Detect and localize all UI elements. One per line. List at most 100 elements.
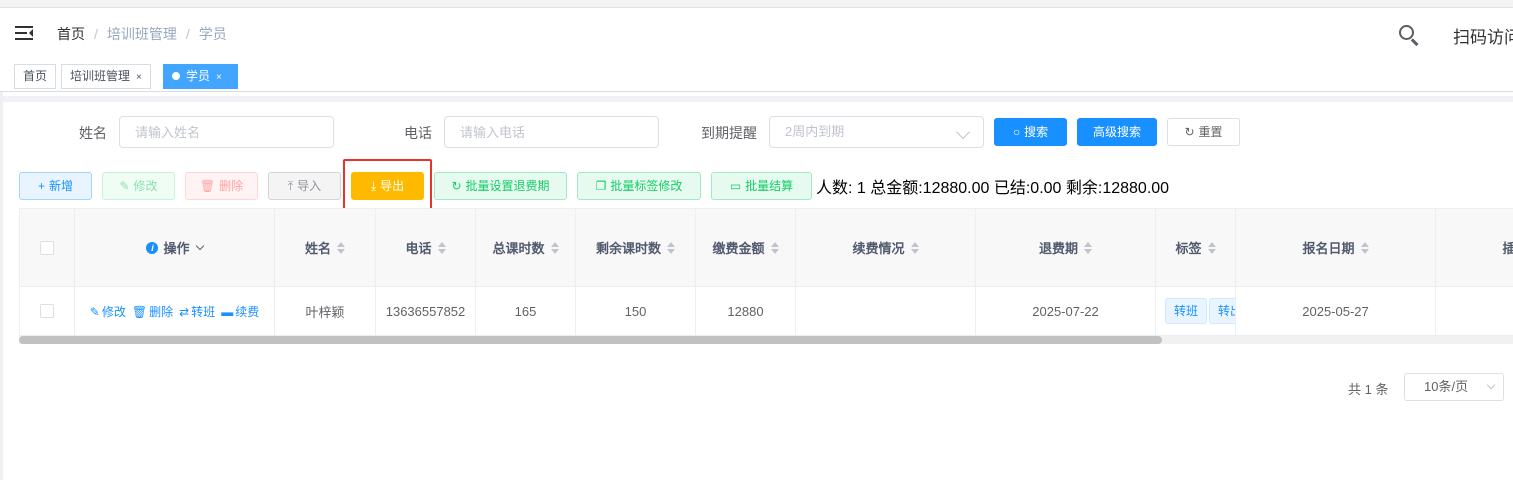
row-refund-period-cell: 2025-07-22 <box>976 287 1156 336</box>
upload-icon: ⤒ <box>287 179 294 193</box>
tag-transfer[interactable]: 转班 <box>1165 298 1208 324</box>
advanced-search-label: 高级搜索 <box>1092 125 1141 139</box>
tab-training-class[interactable]: 培训班管理 × <box>61 64 151 89</box>
active-dot-icon <box>172 72 180 80</box>
horizontal-scrollbar[interactable] <box>19 336 1513 344</box>
sort-icon[interactable] <box>770 241 779 254</box>
batch-settle-button[interactable]: ▭ 批量结算 <box>711 172 812 200</box>
breadcrumb-home[interactable]: 首页 <box>57 25 85 43</box>
breadcrumb: 首页 / 培训班管理 / 学员 <box>57 25 227 43</box>
import-button[interactable]: ⤒ 导入 <box>268 172 341 200</box>
header-name[interactable]: 姓名 <box>275 209 376 287</box>
sort-icon[interactable] <box>437 241 446 254</box>
refresh-icon: ↻ <box>1184 125 1195 139</box>
sort-icon[interactable] <box>667 241 675 254</box>
breadcrumb-separator: / <box>94 26 98 42</box>
search-icon[interactable] <box>1398 24 1420 46</box>
search-button-label: 搜索 <box>1024 125 1049 139</box>
tag-transfer-out[interactable]: 转出 <box>1209 298 1235 324</box>
pencil-icon: ✎ <box>119 179 130 193</box>
ticket-icon: ▬ <box>221 304 234 319</box>
row-renew-link[interactable]: ▬ 续费 <box>221 303 259 320</box>
row-transfer-link[interactable]: ⇄ 转班 <box>179 303 215 320</box>
delete-button-label: 删除 <box>219 179 244 193</box>
hamburger-menu-icon[interactable] <box>15 26 33 40</box>
row-delete-link[interactable]: 🗑 删除 <box>132 303 173 320</box>
chevron-down-icon <box>195 241 204 250</box>
row-remaining-hours-cell: 150 <box>576 287 696 336</box>
header-signup-date-label: 报名日期 <box>1302 241 1355 256</box>
tab-home[interactable]: 首页 <box>14 64 57 89</box>
header-insert-class[interactable]: 插班 <box>1436 209 1513 287</box>
header-payment[interactable]: 缴费金额 <box>696 209 796 287</box>
scan-access-link[interactable]: 扫码访问 <box>1453 23 1513 48</box>
select-all-checkbox[interactable] <box>40 240 54 255</box>
name-input[interactable] <box>119 116 334 148</box>
info-icon: i <box>146 241 159 254</box>
sort-icon[interactable] <box>1207 241 1216 254</box>
browser-top-strip <box>0 0 1513 8</box>
expire-select[interactable]: 2周内到期 <box>769 116 984 148</box>
edit-button[interactable]: ✎ 修改 <box>102 172 175 200</box>
add-button[interactable]: + 新增 <box>19 172 92 200</box>
sort-icon[interactable] <box>1360 241 1369 254</box>
sort-icon[interactable] <box>337 241 345 254</box>
trash-icon: 🗑 <box>131 304 148 319</box>
edit-button-label: 修改 <box>133 179 158 193</box>
batch-refund-period-button[interactable]: ↻ 批量设置退费期 <box>434 172 567 200</box>
transfer-icon: ⇄ <box>179 304 190 319</box>
pencil-icon: ✎ <box>89 304 100 319</box>
tags-view: 首页 培训班管理 × 学员 × <box>0 60 1513 92</box>
row-insert-class-cell <box>1436 287 1513 336</box>
students-table: i 操作 姓名 电话 总课时数 剩余课时数 缴费金额 续费情况 退费期 标签 报名… <box>19 208 1513 338</box>
search-icon: ○ <box>1012 125 1021 139</box>
row-tags-cell: 转班 转出 <box>1156 287 1236 336</box>
row-edit-label: 修改 <box>101 304 126 319</box>
header-remaining-hours[interactable]: 剩余课时数 <box>576 209 696 287</box>
page-size-select[interactable]: 10条/页 <box>1404 373 1504 401</box>
breadcrumb-training-class[interactable]: 培训班管理 <box>107 25 177 43</box>
header-phone[interactable]: 电话 <box>376 209 476 287</box>
refresh-icon: ↻ <box>451 179 462 193</box>
scrollbar-thumb[interactable] <box>19 336 1162 344</box>
sort-icon[interactable] <box>910 241 919 254</box>
row-edit-link[interactable]: ✎ 修改 <box>90 303 126 320</box>
advanced-search-button[interactable]: 高级搜索 <box>1077 118 1157 146</box>
batch-tag-edit-button[interactable]: ❐ 批量标签修改 <box>577 172 701 200</box>
search-button[interactable]: ○ 搜索 <box>994 118 1067 146</box>
header-signup-date[interactable]: 报名日期 <box>1236 209 1436 287</box>
tab-training-class-label: 培训班管理 <box>70 69 131 83</box>
add-button-label: 新增 <box>49 179 74 193</box>
sort-icon[interactable] <box>1084 241 1092 254</box>
page: 首页 / 培训班管理 / 学员 扫码访问 首页 培训班管理 × 学员 × 姓名 电话… <box>0 0 1513 480</box>
header-renewal-label: 续费情况 <box>852 241 905 256</box>
close-icon[interactable]: × <box>216 72 222 83</box>
tab-students[interactable]: 学员 × <box>163 64 238 89</box>
header-total-hours-label: 总课时数 <box>492 241 545 256</box>
header-payment-label: 缴费金额 <box>712 241 765 256</box>
header-actions[interactable]: i 操作 <box>75 209 275 287</box>
reset-button[interactable]: ↻ 重置 <box>1167 118 1240 146</box>
row-renewal-cell <box>796 287 976 336</box>
header-renewal[interactable]: 续费情况 <box>796 209 976 287</box>
summary-text: 人数: 1 总金额:12880.00 已结:0.00 剩余:12880.00 <box>816 180 1170 197</box>
tab-home-label: 首页 <box>23 69 48 83</box>
close-icon[interactable]: × <box>136 72 142 83</box>
row-renew-label: 续费 <box>235 304 260 319</box>
header-total-hours[interactable]: 总课时数 <box>476 209 576 287</box>
row-actions-cell: ✎ 修改 🗑 删除 ⇄ 转班 ▬ 续费 <box>75 287 275 336</box>
header-tags[interactable]: 标签 <box>1156 209 1236 287</box>
batch-settle-label: 批量结算 <box>745 179 794 193</box>
delete-button[interactable]: 🗑 删除 <box>185 172 258 200</box>
breadcrumb-students: 学员 <box>198 26 227 42</box>
header-select-all <box>20 209 75 287</box>
expire-select-value: 2周内到期 <box>785 124 845 139</box>
row-payment-cell: 12880 <box>696 287 796 336</box>
header-refund-period[interactable]: 退费期 <box>976 209 1156 287</box>
plus-icon: + <box>37 179 45 193</box>
phone-input[interactable] <box>444 116 659 148</box>
header-remaining-hours-label: 剩余课时数 <box>595 241 661 256</box>
sort-icon[interactable] <box>550 241 559 254</box>
batch-tag-edit-label: 批量标签修改 <box>610 179 683 193</box>
row-checkbox[interactable] <box>40 304 54 318</box>
